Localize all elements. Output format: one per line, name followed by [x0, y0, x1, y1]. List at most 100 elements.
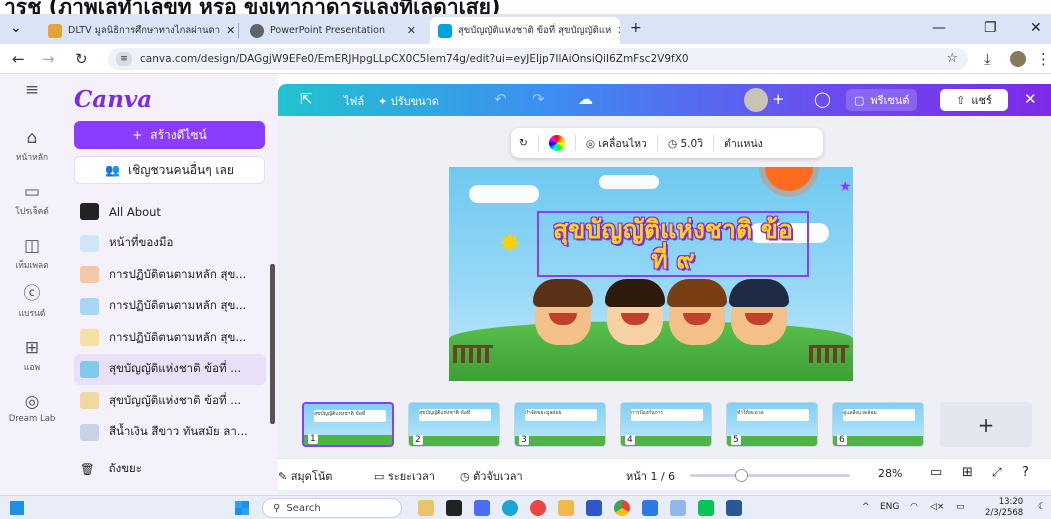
restore-button[interactable]: ❐ [984, 20, 997, 36]
app-icon[interactable] [474, 500, 490, 516]
recent-design-item[interactable]: สุขบัญญัติแห่งชาติ ข้อที่ ... [74, 353, 266, 385]
recent-design-item[interactable]: All About [74, 196, 266, 228]
panel-scrollbar[interactable] [270, 264, 275, 424]
slide-title-box[interactable]: สุขบัญญัติแห่งชาติ ข้อ ที่ ๙ [537, 211, 809, 277]
download-icon[interactable]: ⤓ [984, 50, 991, 68]
app-icon[interactable] [446, 500, 462, 516]
slide-title[interactable]: สุขบัญญัติแห่งชาติ ข้อ ที่ ๙ [539, 215, 807, 275]
tab-powerpoint[interactable]: PowerPoint Presentation ✕ [242, 17, 424, 44]
rail-item-home[interactable]: ⌂ หน้าหลัก [0, 128, 64, 164]
notes-button[interactable]: ✎ สมุดโน้ต [278, 467, 332, 485]
taskbar-search[interactable]: ⚲ Search [262, 498, 402, 518]
page-thumbnail[interactable]: ทำให้สะอาด 5 [726, 402, 818, 447]
page-thumbnail[interactable]: สุขบัญญัติแห่งชาติ ข้อที่ 2 [408, 402, 500, 447]
close-window-button[interactable]: ✕ [1030, 20, 1042, 36]
create-design-button[interactable]: + สร้างดีไซน์ [74, 121, 265, 149]
grid-view-icon[interactable]: ⊞ [962, 465, 973, 480]
help-icon[interactable]: ? [1022, 465, 1029, 480]
resize-menu[interactable]: ✦ ปรับขนาด [378, 92, 439, 110]
color-wheel-icon[interactable] [548, 135, 565, 151]
add-collaborator-icon[interactable]: + [772, 90, 785, 108]
forward-icon[interactable]: → [42, 50, 55, 68]
recent-design-item[interactable]: หน้าที่ของมือ [74, 228, 266, 260]
fullscreen-icon[interactable]: ⤢ [992, 465, 1002, 480]
file-menu[interactable]: ไฟล์ [344, 92, 364, 110]
ai-suggest-icon[interactable]: ↻ [519, 137, 528, 149]
url-bar[interactable]: ≡ canva.com/design/DAGgjW9EFe0/EmERJHpgL… [108, 48, 968, 70]
tab-dltv[interactable]: DLTV มูลนิธิการศึกษาทางไกลผ่านดา ✕ [40, 17, 234, 44]
file-explorer-icon[interactable] [418, 500, 434, 516]
duration-button[interactable]: ◷ 5.0วิ [668, 135, 703, 152]
chrome-icon[interactable] [614, 500, 630, 516]
back-icon[interactable]: ← [12, 50, 25, 68]
rail-item-templates[interactable]: ◫ เท็มเพลต [0, 236, 64, 272]
invite-people-button[interactable]: 👥 เชิญชวนคนอื่นๆ เลย [74, 156, 265, 184]
windows-start-icon[interactable] [235, 501, 249, 515]
page-thumbnail[interactable]: ดูแลสิ่งแวดล้อม 6 [832, 402, 924, 447]
recent-design-item[interactable]: การปฏิบัติตนตามหลัก สุข... [74, 322, 266, 354]
collaborator-avatar[interactable] [744, 88, 768, 112]
profile-avatar[interactable] [1010, 51, 1026, 67]
canva-logo[interactable]: Canva [74, 86, 152, 113]
photos-icon[interactable] [670, 500, 686, 516]
tab-search-icon[interactable]: ⌄ [10, 20, 22, 36]
opera-icon[interactable] [530, 500, 546, 516]
apps-icon: ⊞ [24, 338, 40, 358]
close-editor-icon[interactable]: ✕ [1024, 90, 1037, 108]
zoom-slider[interactable] [690, 469, 850, 482]
wifi-icon[interactable]: ◠ [910, 502, 918, 512]
cloud-saved-icon[interactable]: ☁ [578, 90, 593, 108]
recent-design-item[interactable]: การปฏิบัติตนตามหลัก สุข... [74, 291, 266, 323]
animate-button[interactable]: ◎ เคลื่อนไหว [586, 135, 647, 152]
page-view-icon[interactable]: ▭ [930, 465, 942, 480]
undo-icon[interactable]: ↶ [494, 90, 507, 108]
browser-menu-icon[interactable]: ⋮ [1036, 50, 1051, 68]
recent-design-item[interactable]: สุขบัญญัติแห่งชาติ ข้อที่ ... [74, 385, 266, 417]
widgets-icon[interactable] [10, 501, 24, 515]
tab-canva-active[interactable]: สุขบัญญัติแห่งชาติ ข้อที่ สุขบัญญัติแห ✕ [430, 17, 620, 44]
app-icon[interactable] [642, 500, 658, 516]
redo-icon[interactable]: ↷ [532, 90, 545, 108]
recent-design-item[interactable]: การปฏิบัติตนตามหลัก สุข... [74, 259, 266, 291]
position-button[interactable]: ตำแหน่ง [724, 135, 763, 152]
share-button[interactable]: ⇧ แชร์ [940, 89, 1008, 111]
edge-icon[interactable] [502, 500, 518, 516]
recent-design-item[interactable]: สีน้ำเงิน สีขาว ทันสมัย ลา... [74, 417, 266, 449]
trash-link[interactable]: 🗑 ถังขยะ [80, 460, 142, 478]
zoom-value[interactable]: 28% [878, 467, 902, 480]
slide-canvas[interactable]: ✸ ★ สุขบัญญัติแห่งชาติ ข้อ ที่ ๙ [449, 167, 853, 381]
rail-item-projects[interactable]: ▭ โปรเจ็คต์ [0, 182, 64, 218]
rail-item-dreamlab[interactable]: ◎ Dream Lab [0, 392, 64, 424]
duration-toggle[interactable]: ▭ ระยะเวลา [374, 467, 435, 485]
timer-button[interactable]: ◷ ตัวจับเวลา [460, 467, 523, 485]
word-icon[interactable] [726, 500, 742, 516]
page-thumbnail[interactable]: สุขบัญญัติแห่งชาติ ข้อที่ 1 [302, 402, 394, 447]
battery-icon[interactable]: ▭ [956, 502, 965, 512]
zoom-slider-knob[interactable] [735, 469, 748, 482]
page-thumbnail[interactable]: กำจัดขยะมูลฝอย 3 [514, 402, 606, 447]
page-thumbnail[interactable]: การป้องกันการ 4 [620, 402, 712, 447]
reload-icon[interactable]: ↻ [75, 50, 88, 68]
volume-icon[interactable]: ◁× [930, 502, 944, 512]
rail-item-apps[interactable]: ⊞ แอพ [0, 338, 64, 374]
app-icon[interactable] [586, 500, 602, 516]
minimize-button[interactable]: — [932, 20, 946, 36]
close-tab-icon[interactable]: ✕ [611, 24, 620, 37]
tray-chevron-icon[interactable]: ^ [862, 502, 870, 512]
new-tab-button[interactable]: + [630, 20, 642, 36]
add-page-button[interactable]: + [940, 402, 1032, 447]
site-info-icon[interactable]: ≡ [116, 52, 132, 66]
close-tab-icon[interactable]: ✕ [401, 24, 416, 37]
system-clock[interactable]: 13:20 2/3/2568 [985, 497, 1023, 519]
line-icon[interactable] [698, 500, 714, 516]
language-indicator[interactable]: ENG [880, 502, 899, 512]
rail-item-brand[interactable]: ⓒ แบรนด์ [0, 284, 64, 320]
menu-toggle[interactable]: ≡ [0, 80, 64, 100]
comment-icon[interactable]: ◯ [814, 90, 831, 108]
expand-icon[interactable]: ⇱ [300, 90, 313, 108]
bookmark-star-icon[interactable]: ☆ [946, 51, 958, 66]
present-button[interactable]: ▢ พรีเซนต์ [846, 89, 918, 111]
folder-icon[interactable] [558, 500, 574, 516]
notification-icon[interactable]: ☾ [1038, 502, 1046, 512]
close-tab-icon[interactable]: ✕ [220, 24, 234, 37]
